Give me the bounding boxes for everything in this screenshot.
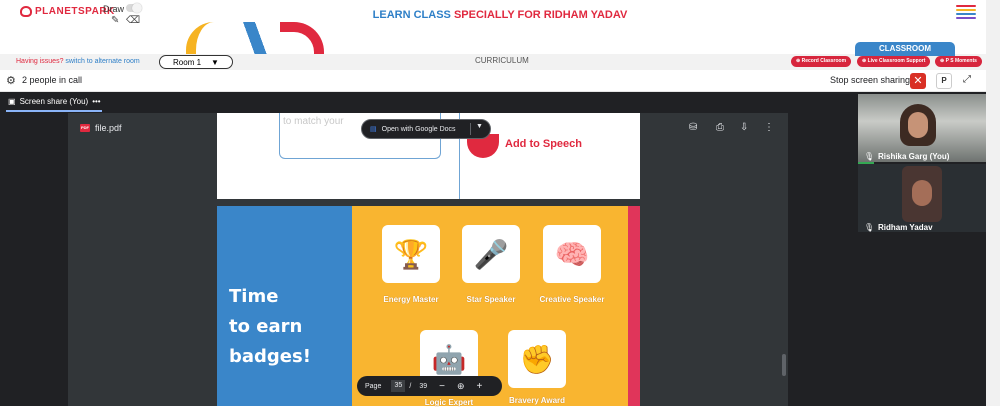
more-options-icon[interactable]: ••• xyxy=(92,97,100,106)
classroom-tab[interactable]: CLASSROOM xyxy=(855,42,955,56)
alternate-room-link[interactable]: switch to alternate room xyxy=(65,58,139,65)
brain-icon: 🧠 xyxy=(543,225,601,283)
expand-icon[interactable]: ⤢ xyxy=(963,74,971,85)
participant-name-self: Rishika Garg (You) xyxy=(878,152,950,161)
badges-heading: Time to earn badges! xyxy=(229,282,311,372)
participant-video-rishika xyxy=(900,104,936,146)
ps-moments-button[interactable]: ⊕ P S Moments xyxy=(935,56,982,67)
screen-share-label: Screen share (You) xyxy=(19,97,89,106)
fist-icon: ✊ xyxy=(508,330,566,388)
tab-indicator xyxy=(6,110,102,112)
screen-share-tab[interactable]: ▣ Screen share (You) ••• xyxy=(8,97,101,106)
live-support-label: Live Classroom Support xyxy=(867,58,926,64)
page-separator: / xyxy=(409,382,412,390)
badge-label-creative-speaker: Creative Speaker xyxy=(539,295,605,304)
participant-video-ridham xyxy=(902,166,942,222)
page-total: 39 xyxy=(419,382,428,390)
title-student: SPECIALLY FOR RIDHAM YADAV xyxy=(453,9,628,21)
menu-bar-2 xyxy=(956,9,976,11)
add-to-speech-text: Add to Speech xyxy=(505,138,583,150)
pdf-scrollbar[interactable] xyxy=(782,354,786,376)
heading-line-2: to earn xyxy=(229,316,303,337)
record-classroom-label: Record Classroom xyxy=(801,58,847,64)
open-with-label: Open with Google Docs xyxy=(381,125,456,133)
zoom-fit-icon[interactable]: ⊕ xyxy=(457,381,465,392)
stop-sharing-label: Stop screen sharing xyxy=(830,75,911,85)
page-number-input[interactable]: 35 xyxy=(391,380,406,392)
issues-text: Having issues? xyxy=(16,58,66,65)
people-count: 2 people in call xyxy=(22,75,83,85)
present-icon: ▣ xyxy=(8,97,16,106)
page-controls: Page 35 / 39 − ⊕ + xyxy=(357,376,502,396)
room-label: Room 1 xyxy=(173,57,202,67)
match-text: to match your xyxy=(283,116,344,127)
issues-notice: Having issues? switch to alternate room xyxy=(16,58,140,65)
chevron-down-icon[interactable]: ▼ xyxy=(476,123,483,130)
speaker-icon: 🎤 xyxy=(462,225,520,283)
pink-stripe xyxy=(628,206,640,406)
pdf-file-name: file.pdf xyxy=(95,123,122,133)
pdf-file-icon: PDF xyxy=(80,124,90,132)
room-select[interactable]: Room 1 ▼ xyxy=(159,55,233,69)
p-button[interactable]: P xyxy=(936,73,952,89)
badge-label-energy-master: Energy Master xyxy=(383,295,439,304)
zoom-out-icon[interactable]: − xyxy=(439,381,445,392)
page-title: LEARN CLASS SPECIALLY FOR RIDHAM YADAV xyxy=(0,9,1000,21)
decor-arc-blue xyxy=(232,22,280,54)
add-to-drive-icon[interactable]: ⛁ xyxy=(689,122,697,133)
hamburger-menu-icon[interactable] xyxy=(956,5,976,21)
badge-label-star-speaker: Star Speaker xyxy=(466,295,516,304)
trophy-icon: 🏆 xyxy=(382,225,440,283)
open-with-google-docs-button[interactable]: ▤ Open with Google Docs ▼ xyxy=(361,119,491,139)
page-label: Page xyxy=(365,382,382,390)
badge-label-bravery-award: Bravery Award xyxy=(508,396,566,405)
menu-bar-4 xyxy=(956,17,976,19)
mic-icon: 🎙 xyxy=(864,223,875,232)
face-skin xyxy=(912,180,932,206)
heading-line-1: Time xyxy=(229,286,279,307)
stop-sharing-button[interactable]: ✕ xyxy=(910,73,926,89)
mic-icon: 🎙 xyxy=(864,152,875,161)
download-icon[interactable]: ⇩ xyxy=(740,122,748,133)
google-docs-icon: ▤ xyxy=(370,126,377,133)
title-prefix: LEARN CLASS xyxy=(372,9,454,21)
record-classroom-button[interactable]: ⊕ Record Classroom xyxy=(791,56,852,67)
button-separator xyxy=(470,123,471,135)
zoom-in-icon[interactable]: + xyxy=(477,381,483,392)
ps-moments-label: P S Moments xyxy=(945,58,977,64)
more-actions-icon[interactable]: ⋮ xyxy=(764,122,774,133)
face-skin xyxy=(908,112,928,138)
gear-icon[interactable]: ⚙ xyxy=(6,74,16,87)
chevron-down-icon: ▼ xyxy=(211,57,219,67)
print-icon[interactable]: ⎙ xyxy=(716,122,724,133)
menu-bar-1 xyxy=(956,5,976,7)
menu-bar-3 xyxy=(956,13,976,15)
page-scrollbar[interactable] xyxy=(986,0,1000,406)
heading-line-3: badges! xyxy=(229,346,311,367)
live-support-button[interactable]: ⊕ Live Classroom Support xyxy=(857,56,931,67)
curriculum-tab[interactable]: CURRICULUM xyxy=(475,56,529,65)
participant-name-student: Ridham Yadav xyxy=(878,223,933,232)
